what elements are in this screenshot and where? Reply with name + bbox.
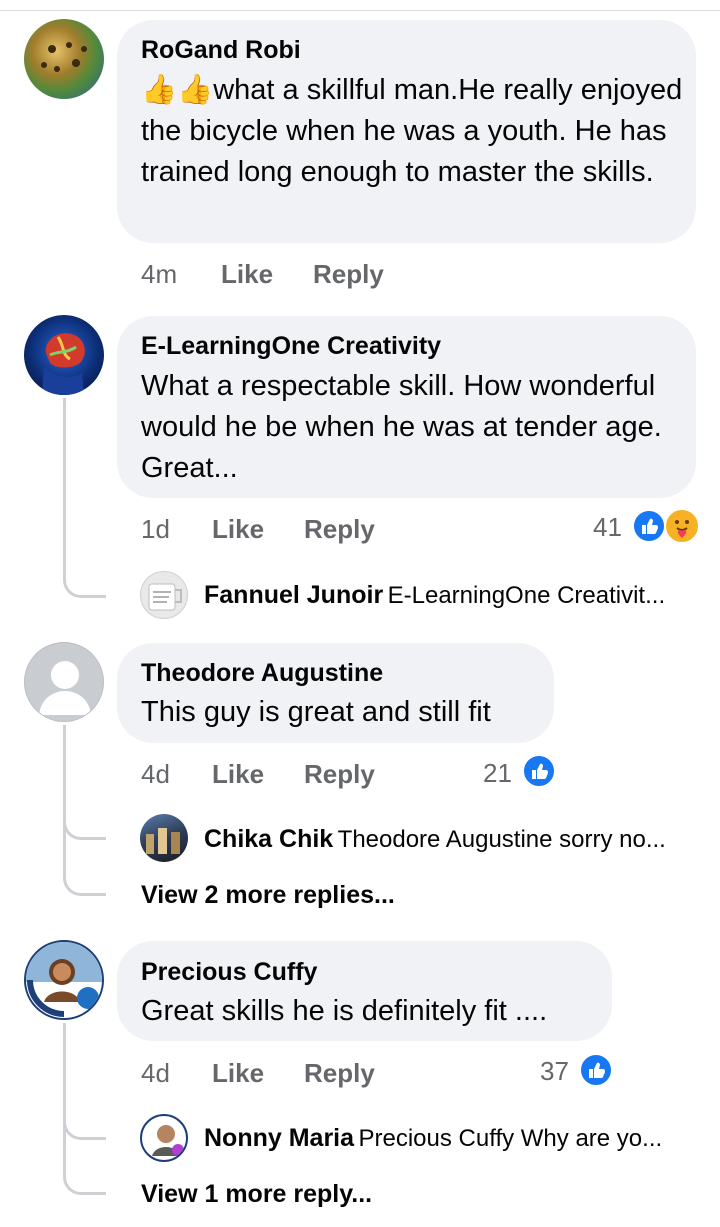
avatar-rogand-robi[interactable]	[24, 19, 104, 99]
comment-time[interactable]: 1d	[141, 514, 170, 545]
top-divider	[0, 10, 720, 11]
reaction-count[interactable]: 41	[593, 512, 622, 543]
reply-button[interactable]: Reply	[304, 514, 375, 545]
care-reaction-icon	[664, 508, 700, 544]
comment-time[interactable]: 4d	[141, 759, 170, 790]
thread-connector	[63, 1124, 106, 1195]
avatar-elearningone[interactable]	[24, 315, 104, 395]
reply-author[interactable]: Chika Chik	[204, 825, 333, 853]
default-user-icon	[39, 661, 91, 715]
thread-connector	[63, 548, 106, 598]
reaction-count[interactable]: 21	[483, 758, 512, 789]
comment-text: What a respectable skill. How wonderful …	[141, 370, 662, 484]
comment-author[interactable]: Theodore Augustine	[141, 659, 383, 688]
reply-button[interactable]: Reply	[304, 1058, 375, 1089]
thread-line	[63, 398, 66, 558]
comment-author[interactable]: E-LearningOne Creativity	[141, 332, 441, 361]
reply-preview[interactable]: Chika Chik Theodore Augustine sorry no..…	[204, 825, 694, 854]
avatar-theodore-augustine[interactable]	[24, 642, 104, 722]
thumbs-up-icon	[632, 509, 666, 543]
comment-time[interactable]: 4d	[141, 1058, 170, 1089]
view-more-replies[interactable]: View 1 more reply...	[141, 1180, 372, 1209]
reply-preview[interactable]: Fannuel Junoir E-LearningOne Creativit..…	[204, 581, 694, 610]
view-more-replies[interactable]: View 2 more replies...	[141, 881, 395, 910]
comment-author[interactable]: Precious Cuffy	[141, 958, 317, 987]
comment-text: Great skills he is definitely fit ....	[141, 995, 548, 1027]
reply-snippet: E-LearningOne Creativit...	[387, 582, 666, 609]
reply-author[interactable]: Fannuel Junoir	[204, 581, 383, 609]
leopard-avatar-image	[41, 42, 87, 72]
avatar-fannuel-junoir[interactable]	[140, 571, 188, 619]
thread-connector	[63, 825, 106, 896]
comment-time[interactable]: 4m	[141, 259, 177, 290]
reply-author[interactable]: Nonny Maria	[204, 1124, 354, 1152]
mug-avatar-image	[148, 583, 182, 611]
vaccine-frame-avatar-image	[26, 942, 102, 1017]
avatar-chika-chik[interactable]	[140, 814, 188, 862]
reply-snippet: Theodore Augustine sorry no...	[337, 826, 666, 853]
reply-snippet: Precious Cuffy Why are yo...	[358, 1125, 663, 1152]
like-button[interactable]: Like	[221, 259, 273, 290]
avatar-nonny-maria[interactable]	[140, 1114, 188, 1162]
like-button[interactable]: Like	[212, 1058, 264, 1089]
comment-text: 👍👍what a skillful man.He really enjoyed …	[141, 74, 683, 188]
like-button[interactable]: Like	[212, 759, 264, 790]
comment-author[interactable]: RoGand Robi	[141, 36, 301, 65]
thumbs-up-emoji: 👍👍	[141, 74, 214, 106]
reaction-count[interactable]: 37	[540, 1056, 569, 1087]
thumbs-up-icon	[522, 754, 556, 788]
thumbs-up-icon	[579, 1053, 613, 1087]
reply-preview[interactable]: Nonny Maria Precious Cuffy Why are yo...	[204, 1124, 694, 1153]
reply-button[interactable]: Reply	[304, 759, 375, 790]
reply-button[interactable]: Reply	[313, 259, 384, 290]
vaccine-frame-avatar-image	[152, 1125, 184, 1156]
like-button[interactable]: Like	[212, 514, 264, 545]
photo-avatar-image	[146, 828, 180, 854]
avatar-precious-cuffy[interactable]	[24, 940, 104, 1020]
brain-avatar-image	[42, 333, 85, 395]
comment-text: This guy is great and still fit	[141, 696, 491, 728]
